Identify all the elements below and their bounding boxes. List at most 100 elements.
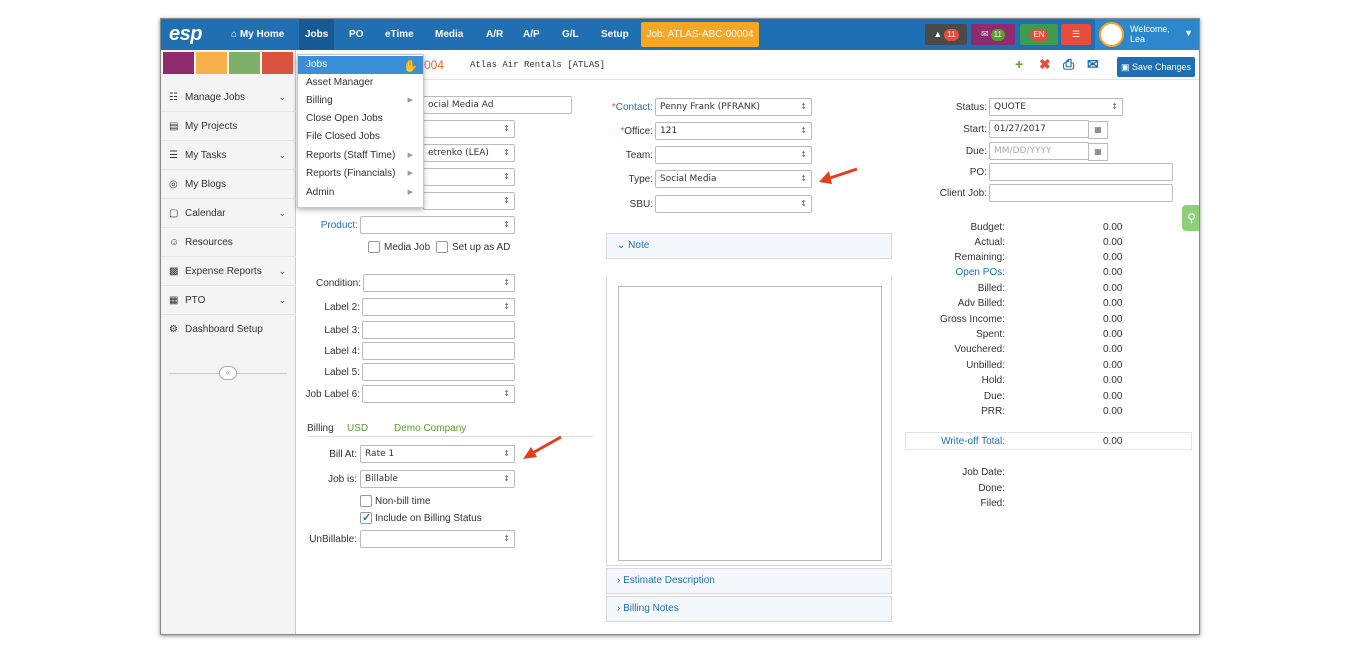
contact-label[interactable]: *Contact: — [601, 102, 653, 113]
job-title-input[interactable]: ocial Media Ad — [423, 96, 572, 114]
note-textarea[interactable] — [618, 286, 882, 561]
sidebar-item-my-tasks[interactable]: ☰ My Tasks ⌄ — [161, 141, 296, 170]
tasks-icon: ☰ — [169, 150, 178, 161]
sbu-label: SBU: — [629, 199, 653, 210]
zoom-icon[interactable]: ⚲ — [1182, 205, 1199, 231]
menu-item-reports-financials[interactable]: Reports (Financials) ▶ — [298, 165, 423, 183]
po-input[interactable] — [989, 163, 1173, 181]
nav-media[interactable]: Media — [429, 19, 469, 50]
due-date-input[interactable]: MM/DD/YYYY — [989, 142, 1108, 161]
close-icon[interactable]: ✖ — [1039, 57, 1051, 71]
product-select[interactable] — [360, 216, 515, 234]
nav-my-home[interactable]: ⌂ My Home — [225, 19, 290, 50]
setup-ad-label: Set up as AD — [452, 242, 511, 253]
messages-button[interactable]: ✉ 11 — [971, 24, 1015, 45]
estimate-description-header[interactable]: › Estimate Description — [606, 568, 892, 594]
product-label[interactable]: Product: — [301, 220, 358, 231]
writeoff-total-link[interactable]: Write-off Total: — [885, 436, 1005, 447]
job-label6-select[interactable] — [362, 385, 515, 403]
note-panel-header[interactable]: ⌄ Note — [606, 233, 892, 259]
job-row2-select[interactable] — [423, 120, 515, 138]
user-menu[interactable]: Welcome, Lea ▼ — [1095, 19, 1199, 50]
job-row4-select[interactable] — [423, 168, 515, 186]
menu-item-billing[interactable]: Billing ▶ — [298, 92, 423, 110]
comments-icon[interactable]: ✉ — [1087, 57, 1099, 71]
start-label: Start: — [963, 124, 987, 135]
folder-icon: ▤ — [169, 121, 179, 132]
client-job-input[interactable] — [989, 184, 1173, 202]
menu-item-close-open-jobs[interactable]: Close Open Jobs — [298, 110, 423, 128]
nav-gl[interactable]: G/L — [556, 19, 585, 50]
open-pos-link[interactable]: Open POs: — [885, 267, 1005, 278]
sidebar-item-pto[interactable]: ▦ PTO ⌄ — [161, 286, 296, 315]
job-owner-select[interactable]: etrenko (LEA) — [423, 144, 515, 162]
chevron-down-icon: ⌄ — [278, 92, 286, 102]
print-icon[interactable]: ⎙ — [1063, 57, 1074, 71]
job-is-select[interactable]: Billable — [360, 470, 515, 488]
start-date-input[interactable]: 01/27/2017 — [989, 120, 1108, 139]
bill-at-select[interactable]: Rate 1 — [360, 445, 515, 463]
sidebar-item-my-projects[interactable]: ▤ My Projects — [161, 112, 296, 141]
sidebar-item-resources[interactable]: ☺ Resources — [161, 228, 296, 257]
sidebar-item-calendar[interactable]: ▢ Calendar ⌄ — [161, 199, 296, 228]
remaining-value: 0.00 — [1103, 252, 1123, 263]
menu-item-reports-staff-time[interactable]: Reports (Staff Time) ▶ — [298, 147, 423, 165]
sidebar-item-expense-reports[interactable]: ▩ Expense Reports ⌄ — [161, 257, 296, 286]
menu-item-file-closed-jobs[interactable]: File Closed Jobs — [298, 128, 423, 146]
nav-ar[interactable]: A/R — [480, 19, 509, 50]
media-job-label: Media Job — [384, 242, 431, 253]
menu-item-asset-manager[interactable]: Asset Manager — [298, 74, 423, 92]
sidebar-item-dashboard-setup[interactable]: ⚙ Dashboard Setup — [161, 315, 296, 344]
current-job-badge[interactable]: Job: ATLAS-ABC-00004 — [641, 22, 759, 47]
label5-input[interactable] — [362, 363, 515, 381]
calendar-grid-icon: ▦ — [169, 295, 179, 306]
esp-logo[interactable]: esp — [169, 23, 202, 46]
blog-icon: ◎ — [169, 179, 178, 190]
swatch-green[interactable] — [229, 52, 260, 74]
color-swatches — [161, 50, 295, 76]
sidebar-item-manage-jobs[interactable]: ☷ Manage Jobs ⌄ — [161, 83, 296, 112]
swatch-purple[interactable] — [163, 52, 194, 74]
vouchered-label: Vouchered: — [954, 344, 1005, 355]
annotation-arrow-bill-at — [523, 435, 562, 459]
save-icon: ▣ — [1120, 62, 1130, 72]
language-button[interactable]: EN — [1020, 24, 1058, 45]
nav-jobs[interactable]: Jobs — [299, 19, 335, 50]
nav-etime[interactable]: eTime — [379, 19, 420, 50]
hold-label: Hold: — [981, 375, 1005, 386]
menu-item-jobs[interactable]: Jobs ✋ — [298, 56, 423, 74]
label3-input[interactable] — [362, 321, 515, 339]
include-billing-status-checkbox[interactable] — [360, 511, 372, 524]
contact-select[interactable]: Penny Frank (PFRANK) — [655, 98, 812, 116]
nav-setup[interactable]: Setup — [595, 19, 635, 50]
job-row5-select[interactable] — [423, 192, 515, 210]
add-icon[interactable]: + — [1015, 57, 1023, 71]
non-bill-time-checkbox[interactable] — [360, 495, 372, 507]
swatch-red[interactable] — [262, 52, 293, 74]
sbu-select[interactable] — [655, 195, 812, 213]
team-select[interactable] — [655, 146, 812, 164]
type-select[interactable]: Social Media — [655, 170, 812, 188]
sidebar-collapse-button[interactable]: « — [219, 366, 237, 380]
avatar — [1099, 22, 1124, 47]
media-job-checkbox[interactable] — [368, 241, 380, 253]
billing-notes-header[interactable]: › Billing Notes — [606, 596, 892, 622]
label4-input[interactable] — [362, 342, 515, 360]
notifications-button[interactable]: ▲ 11 — [925, 24, 967, 45]
menu-item-admin[interactable]: Admin ▶ — [298, 184, 423, 202]
save-changes-button[interactable]: ▣ Save Changes — [1117, 57, 1195, 77]
swatch-orange[interactable] — [196, 52, 227, 74]
condition-select[interactable] — [363, 274, 515, 292]
sidebar-item-my-blogs[interactable]: ◎ My Blogs — [161, 170, 296, 199]
nav-ap[interactable]: A/P — [517, 19, 546, 50]
label2-select[interactable] — [362, 298, 515, 316]
job-number: 004 — [424, 58, 445, 72]
chevron-right-icon: › — [617, 603, 621, 614]
nav-po[interactable]: PO — [343, 19, 369, 50]
database-button[interactable]: ☰ — [1061, 24, 1091, 45]
setup-ad-checkbox[interactable] — [436, 241, 448, 253]
unbillable-select[interactable] — [360, 530, 515, 548]
office-select[interactable]: 121 — [655, 122, 812, 140]
job-label6-label: Job Label 6: — [305, 389, 361, 400]
status-select[interactable]: QUOTE — [989, 98, 1123, 116]
